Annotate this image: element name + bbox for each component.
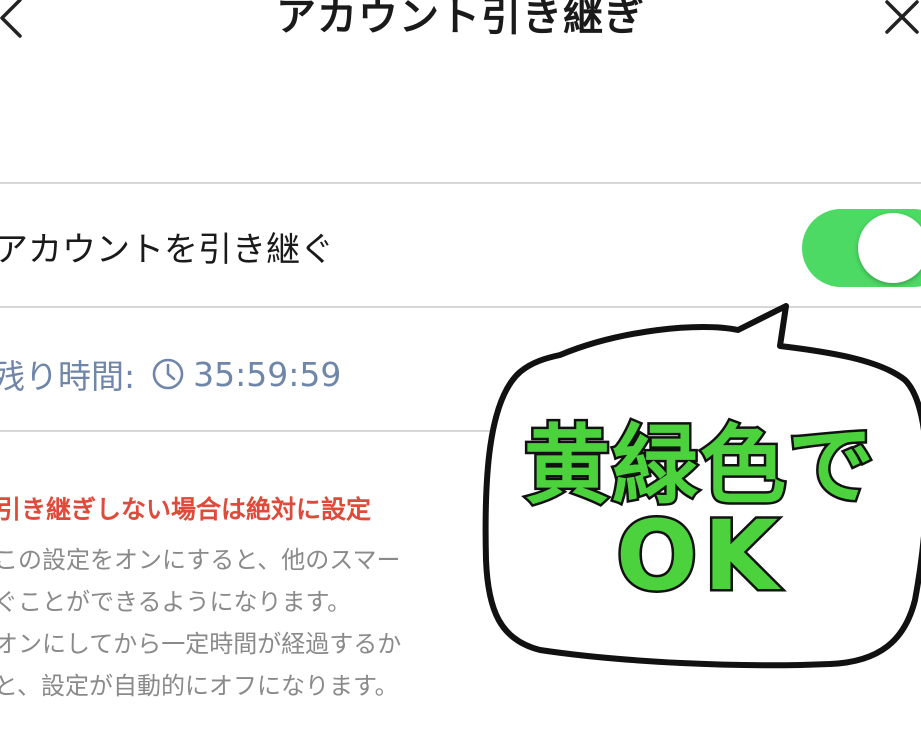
transfer-toggle[interactable]: [802, 209, 921, 287]
close-button[interactable]: [879, 0, 921, 40]
remaining-time-label: 残り時間:: [0, 357, 136, 396]
remaining-time: 残り時間: 35:59:59: [0, 350, 341, 398]
divider: [0, 182, 921, 184]
transfer-toggle-label: アカウントを引き継ぐ: [0, 230, 334, 270]
page-title: アカウント引き継ぎ: [276, 0, 645, 40]
header: アカウント引き継ぎ: [0, 0, 921, 60]
close-icon: [885, 0, 919, 34]
description-line: オンにしてから一定時間が経過するか: [0, 630, 402, 658]
clock-icon: [152, 358, 184, 390]
description-line: と、設定が自動的にオフになります。: [0, 672, 399, 700]
warning-text: 引き継ぎしない場合は絶対に設定: [0, 495, 372, 524]
description-line: この設定をオンにすると、他のスマー: [0, 546, 401, 574]
account-transfer-screen: アカウント引き継ぎ アカウントを引き継ぐ 残り時間: 35:59:59 引き継ぎ…: [0, 0, 921, 734]
callout-text-line2: OK: [614, 498, 784, 615]
divider: [0, 306, 921, 308]
description-line: ぐことができるようになります。: [0, 588, 352, 616]
remaining-time-value: 35:59:59: [193, 354, 342, 394]
toggle-knob: [858, 213, 921, 283]
